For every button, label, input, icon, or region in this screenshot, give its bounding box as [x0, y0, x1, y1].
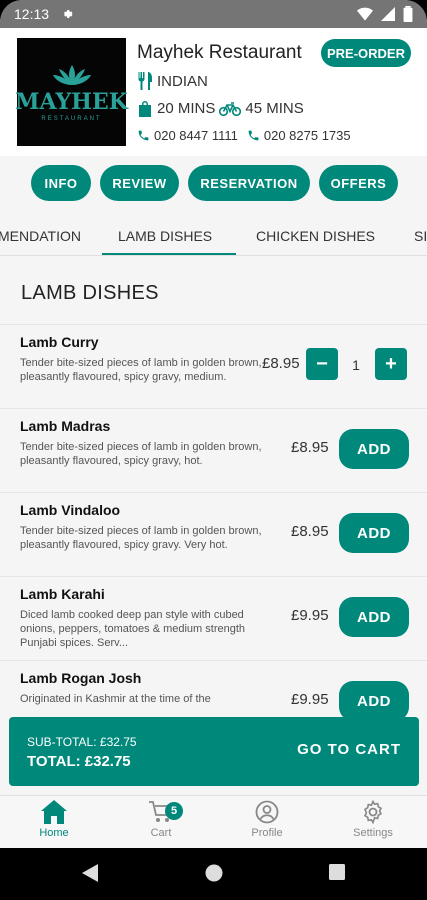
status-time: 12:13: [14, 6, 50, 22]
nav-home[interactable]: Home: [14, 800, 94, 839]
add-to-cart-button[interactable]: ADD: [339, 681, 409, 718]
cuisine-text: INDIAN: [157, 72, 208, 90]
dish-price: £8.95: [291, 523, 329, 540]
dish-description: Tender bite-sized pieces of lamb in gold…: [20, 525, 262, 551]
review-button[interactable]: REVIEW: [100, 165, 179, 201]
add-to-cart-button[interactable]: ADD: [339, 429, 409, 469]
nav-profile[interactable]: Profile: [227, 800, 307, 839]
times-row: 20 MINS 45 MINS: [137, 100, 304, 117]
tab-lamb-dishes[interactable]: LAMB DISHES: [118, 228, 212, 244]
dish-price: £8.95: [291, 439, 329, 456]
profile-icon: [255, 800, 279, 824]
add-to-cart-button[interactable]: ADD: [339, 513, 409, 553]
dish-name: Lamb Curry: [20, 334, 99, 350]
add-to-cart-button[interactable]: ADD: [339, 597, 409, 637]
dish-price: £9.95: [291, 607, 329, 624]
phone-number-1[interactable]: 020 8447 1111: [154, 128, 238, 143]
wifi-icon: [357, 7, 373, 21]
battery-icon: [403, 6, 413, 22]
info-tab-pills: INFO REVIEW RESERVATION OFFERS: [0, 165, 427, 201]
dish-item: Lamb Karahi Diced lamb cooked deep pan s…: [0, 576, 427, 660]
logo-wordmark: MAYHEK: [15, 88, 128, 115]
cart-summary-bar[interactable]: SUB-TOTAL: £32.75 TOTAL: £32.75 GO TO CA…: [9, 717, 419, 786]
phone-icon: [137, 129, 150, 142]
nav-cart-label: Cart: [150, 827, 172, 839]
category-tabs: MENDATION LAMB DISHES CHICKEN DISHES SI: [0, 218, 427, 256]
signal-icon: [381, 7, 395, 21]
quantity-value: 1: [352, 357, 360, 373]
phones-row: 020 8447 1111 020 8275 1735: [137, 128, 351, 143]
dish-price: £9.95: [291, 691, 329, 708]
dish-item: Lamb Curry Tender bite-sized pieces of l…: [0, 324, 427, 408]
increase-quantity-button[interactable]: +: [375, 348, 407, 380]
status-bar: 12:13: [0, 0, 427, 28]
lotus-icon: [52, 64, 91, 85]
nav-cart[interactable]: 5 Cart: [121, 800, 201, 839]
back-icon[interactable]: [82, 864, 98, 882]
restaurant-logo: MAYHEK RESTAURANT: [15, 38, 128, 146]
dish-list[interactable]: Lamb Curry Tender bite-sized pieces of l…: [0, 324, 427, 718]
go-to-cart-button[interactable]: GO TO CART: [297, 741, 401, 758]
restaurant-name: Mayhek Restaurant: [137, 42, 302, 63]
bottom-navigation: Home 5 Cart Profile Settings: [0, 795, 427, 848]
system-navigation-bar: [0, 848, 427, 900]
phone-icon-2: [247, 129, 260, 142]
delivery-time: 20 MINS: [157, 100, 216, 117]
dish-description: Tender bite-sized pieces of lamb in gold…: [20, 357, 262, 383]
nav-home-label: Home: [39, 827, 69, 839]
cuisine-row: INDIAN: [137, 72, 208, 90]
dish-name: Lamb Karahi: [20, 586, 105, 602]
reservation-button[interactable]: RESERVATION: [188, 165, 310, 201]
section-title: LAMB DISHES: [21, 282, 159, 304]
tab-recommendation[interactable]: MENDATION: [0, 228, 81, 244]
subtotal-text: SUB-TOTAL: £32.75: [27, 735, 137, 749]
settings-gear-status-icon: [64, 10, 73, 18]
tab-next-category[interactable]: SI: [414, 228, 427, 244]
status-icons: [357, 6, 413, 22]
dish-description: Originated in Kashmir at the time of the: [20, 693, 211, 705]
dish-price: £8.95: [262, 355, 300, 372]
phone-number-2[interactable]: 020 8275 1735: [264, 128, 351, 143]
total-text: TOTAL: £32.75: [27, 753, 131, 770]
nav-profile-label: Profile: [251, 827, 283, 839]
dish-name: Lamb Vindaloo: [20, 502, 121, 518]
preorder-button[interactable]: PRE-ORDER: [321, 39, 411, 67]
bicycle-icon: [219, 101, 242, 116]
logo-subtitle: RESTAURANT: [41, 115, 102, 122]
dish-description: Tender bite-sized pieces of lamb in gold…: [20, 441, 262, 467]
restaurant-header: MAYHEK RESTAURANT Mayhek Restaurant PRE-…: [0, 28, 427, 156]
dish-description: Diced lamb cooked deep pan style with cu…: [20, 609, 246, 649]
phone-frame: 12:13 MAYHEK RESTAURANT Mayhek Restauran…: [0, 0, 427, 900]
dish-name: Lamb Rogan Josh: [20, 670, 142, 686]
app-screen: 12:13 MAYHEK RESTAURANT Mayhek Restauran…: [0, 0, 427, 848]
offers-button[interactable]: OFFERS: [319, 165, 398, 201]
dish-item: Lamb Rogan Josh Originated in Kashmir at…: [0, 660, 427, 718]
nav-settings[interactable]: Settings: [333, 800, 413, 839]
recents-icon[interactable]: [329, 864, 345, 880]
home-icon: [41, 800, 67, 824]
nav-settings-label: Settings: [353, 827, 393, 839]
dish-item: Lamb Vindaloo Tender bite-sized pieces o…: [0, 492, 427, 576]
dish-item: Lamb Madras Tender bite-sized pieces of …: [0, 408, 427, 492]
gear-icon: [363, 800, 383, 824]
shopping-bag-icon: [137, 100, 153, 117]
dish-name: Lamb Madras: [20, 418, 111, 434]
home-button-icon[interactable]: [205, 864, 223, 882]
cart-count-badge: 5: [165, 802, 183, 820]
decrease-quantity-button[interactable]: −: [306, 348, 338, 380]
tab-chicken-dishes[interactable]: CHICKEN DISHES: [256, 228, 375, 244]
info-button[interactable]: INFO: [31, 165, 91, 201]
active-tab-indicator: [102, 253, 236, 255]
cutlery-icon: [137, 72, 153, 90]
collection-time: 45 MINS: [245, 100, 304, 117]
